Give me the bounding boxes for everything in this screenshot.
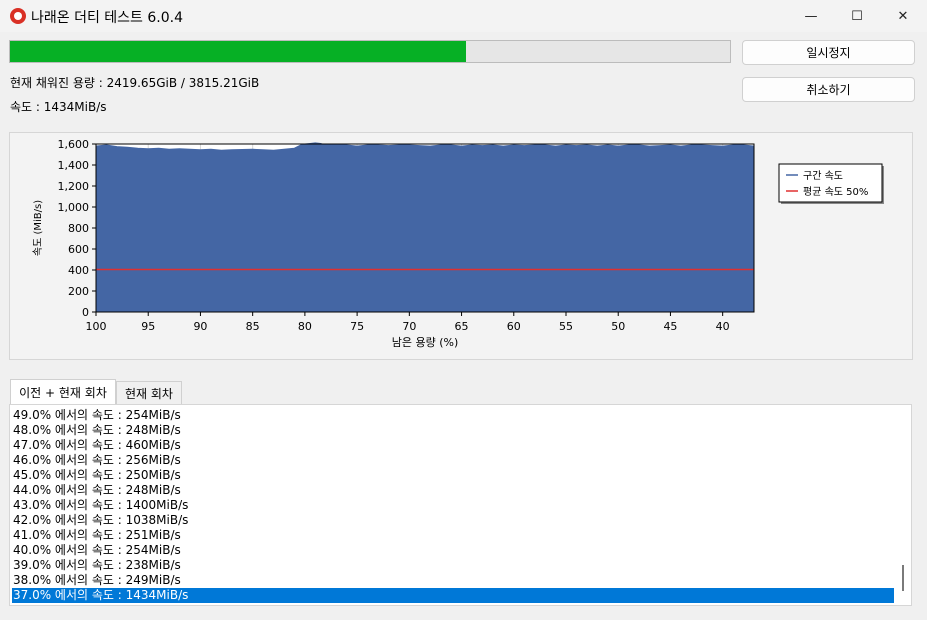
log-line[interactable]: 39.0% 에서의 속도 : 238MiB/s xyxy=(12,558,894,573)
x-tick-label: 75 xyxy=(350,320,364,333)
x-tick-label: 70 xyxy=(402,320,416,333)
log-line[interactable]: 44.0% 에서의 속도 : 248MiB/s xyxy=(12,483,894,498)
series-area-0 xyxy=(95,142,755,313)
log-line[interactable]: 43.0% 에서의 속도 : 1400MiB/s xyxy=(12,498,894,513)
y-tick-label: 400 xyxy=(68,264,89,277)
log-list[interactable]: 49.0% 에서의 속도 : 254MiB/s 48.0% 에서의 속도 : 24… xyxy=(9,404,912,606)
x-tick-label: 60 xyxy=(507,320,521,333)
y-tick-label: 1,000 xyxy=(58,201,90,214)
y-tick-label: 0 xyxy=(82,306,89,319)
progress-fill xyxy=(10,41,467,62)
log-line[interactable]: 46.0% 에서의 속도 : 256MiB/s xyxy=(12,453,894,468)
x-tick-label: 95 xyxy=(141,320,155,333)
speed-chart-panel: 0 200 400 600 800 1,000 1,200 1,400 1,600 100 95 90… xyxy=(9,132,913,360)
log-line[interactable]: 49.0% 에서의 속도 : 254MiB/s xyxy=(12,408,894,423)
y-tick-label: 1,400 xyxy=(58,159,90,172)
x-tick-label: 90 xyxy=(193,320,207,333)
x-axis-label: 남은 용량 (%) xyxy=(392,336,459,349)
filled-capacity-label: 현재 채워진 용량 : 2419.65GiB / 3815.21GiB xyxy=(10,76,260,90)
cancel-button[interactable]: 취소하기 xyxy=(742,77,915,102)
pause-button[interactable]: 일시정지 xyxy=(742,40,915,65)
y-tick-label: 600 xyxy=(68,243,89,256)
log-line[interactable]: 48.0% 에서의 속도 : 248MiB/s xyxy=(12,423,894,438)
window-title: 나래온 더티 테스트 6.0.4 xyxy=(31,10,184,26)
title-bar: 나래온 더티 테스트 6.0.4 — ☐ ✕ xyxy=(0,0,927,32)
log-line[interactable]: 47.0% 에서의 속도 : 460MiB/s xyxy=(12,438,894,453)
y-tick-label: 1,200 xyxy=(58,180,90,193)
tab-current[interactable]: 현재 회차 xyxy=(116,381,182,405)
x-tick-label: 85 xyxy=(246,320,260,333)
log-line[interactable]: 41.0% 에서의 속도 : 251MiB/s xyxy=(12,528,894,543)
legend-entry: 구간 속도 xyxy=(803,170,843,182)
minimize-button[interactable]: — xyxy=(788,0,834,32)
x-tick-label: 50 xyxy=(611,320,625,333)
speed-label: 속도 : 1434MiB/s xyxy=(10,100,107,114)
x-tick-label: 40 xyxy=(716,320,730,333)
x-tick-label: 65 xyxy=(455,320,469,333)
y-tick-label: 1,600 xyxy=(58,138,90,151)
close-button[interactable]: ✕ xyxy=(880,0,926,32)
x-tick-label: 100 xyxy=(86,320,107,333)
log-line[interactable]: 38.0% 에서의 속도 : 249MiB/s xyxy=(12,573,894,588)
x-tick-label: 55 xyxy=(559,320,573,333)
y-tick-label: 200 xyxy=(68,285,89,298)
app-logo-icon xyxy=(10,8,26,24)
log-line[interactable]: 45.0% 에서의 속도 : 250MiB/s xyxy=(12,468,894,483)
log-line[interactable]: 37.0% 에서의 속도 : 1434MiB/s xyxy=(12,588,894,603)
legend-entry: 평균 속도 50% xyxy=(803,186,868,198)
progress-bar xyxy=(9,40,731,63)
tab-previous-and-current[interactable]: 이전 + 현재 회차 xyxy=(10,379,116,405)
y-tick-label: 800 xyxy=(68,222,89,235)
log-line[interactable]: 40.0% 에서의 속도 : 254MiB/s xyxy=(12,543,894,558)
scrollbar-thumb[interactable] xyxy=(902,565,904,591)
y-axis-label: 속도 (MiB/s) xyxy=(32,200,44,256)
log-line[interactable]: 42.0% 에서의 속도 : 1038MiB/s xyxy=(12,513,894,528)
speed-chart: 0 200 400 600 800 1,000 1,200 1,400 1,600 100 95 90… xyxy=(32,138,884,349)
maximize-button[interactable]: ☐ xyxy=(834,0,880,32)
x-tick-label: 45 xyxy=(663,320,677,333)
x-tick-label: 80 xyxy=(298,320,312,333)
